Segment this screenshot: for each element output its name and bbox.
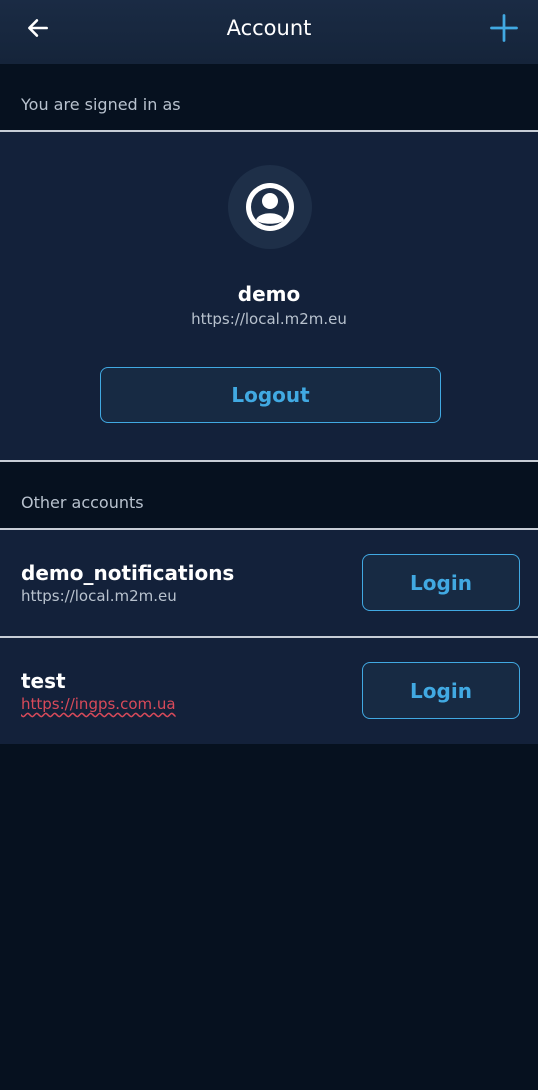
current-account-panel: demo https://local.m2m.eu Logout	[0, 132, 538, 460]
avatar	[228, 165, 312, 249]
list-item: test https://ingps.com.ua Login	[0, 638, 538, 744]
logout-button[interactable]: Logout	[100, 367, 441, 423]
account-circle-icon	[246, 183, 294, 231]
login-button[interactable]: Login	[362, 662, 520, 719]
page-title: Account	[226, 16, 312, 40]
account-url: https://local.m2m.eu	[21, 587, 177, 605]
login-button[interactable]: Login	[362, 554, 520, 611]
app-bar: Account	[0, 0, 538, 64]
account-name: demo_notifications	[21, 561, 235, 585]
list-item: demo_notifications https://local.m2m.eu …	[0, 530, 538, 636]
account-name: test	[21, 669, 66, 693]
other-accounts-header: Other accounts	[0, 462, 538, 528]
account-url: https://ingps.com.ua	[21, 695, 176, 713]
current-account-name: demo	[237, 282, 301, 306]
current-account-url: https://local.m2m.eu	[191, 310, 347, 328]
plus-icon	[490, 14, 518, 42]
arrow-left-icon	[28, 19, 48, 37]
signed-in-header: You are signed in as	[0, 64, 538, 130]
back-button[interactable]	[14, 8, 62, 48]
add-account-button[interactable]	[480, 6, 528, 50]
